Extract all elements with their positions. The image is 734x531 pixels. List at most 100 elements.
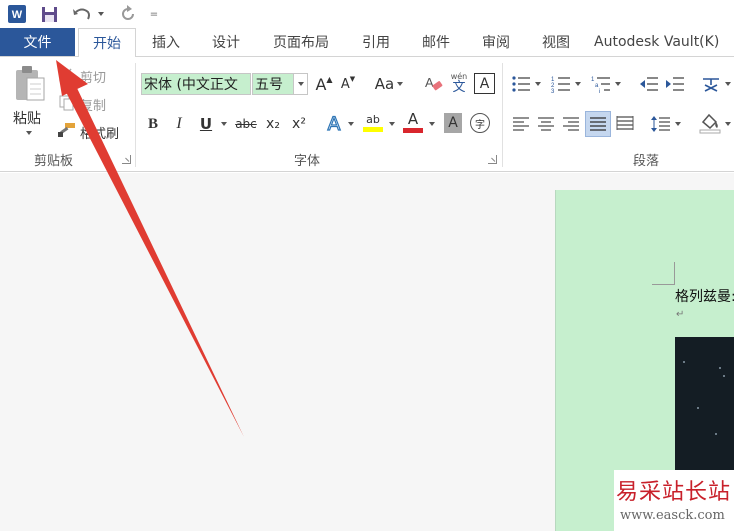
svg-text:W: W [12, 9, 23, 21]
superscript-button[interactable]: x² [288, 113, 310, 135]
strikethrough-button[interactable]: abc [233, 113, 259, 135]
tab-mailings[interactable]: 邮件 [412, 28, 460, 56]
site-watermark: 易采站长站 www.easck.com [614, 470, 734, 531]
shrink-font-glyph: A [340, 76, 350, 92]
grow-font-glyph: A [315, 74, 327, 94]
clear-formatting-icon[interactable]: A [424, 73, 444, 95]
tab-page-layout[interactable]: 页面布局 [264, 28, 338, 56]
svg-text:3: 3 [551, 89, 555, 93]
font-group-label: 字体 [294, 154, 321, 169]
text-effects-icon[interactable]: A [324, 112, 344, 136]
ribbon: 粘贴 剪切 复制 格式刷 剪贴板 宋体 (中文正文 五号 A ▲ A ▼ Aa A … [0, 56, 734, 172]
shrink-font-icon[interactable]: A ▼ [338, 73, 358, 95]
highlight-swatch [363, 126, 383, 132]
align-left-icon[interactable] [510, 113, 532, 135]
save-icon[interactable] [38, 4, 60, 24]
highlight-color-icon[interactable]: ab [362, 109, 384, 135]
crop-mark-vertical [674, 262, 675, 285]
cut-button[interactable]: 剪切 [80, 67, 106, 86]
crop-mark-horizontal [652, 284, 675, 285]
increase-indent-icon[interactable] [664, 73, 686, 95]
underline-dropdown-icon[interactable] [219, 113, 229, 135]
tab-view[interactable]: 视图 [532, 28, 580, 56]
text-effects-glyph: A [327, 112, 341, 135]
multilevel-list-dropdown-icon[interactable] [613, 73, 623, 95]
highlight-glyph: ab [366, 112, 380, 126]
align-center-icon[interactable] [535, 113, 557, 135]
justify-icon[interactable] [585, 111, 611, 137]
line-spacing-dropdown-icon[interactable] [673, 113, 683, 135]
cut-icon[interactable] [58, 67, 76, 85]
phonetic-guide-icon[interactable]: wén 文 [448, 70, 470, 96]
redo-icon[interactable] [118, 4, 138, 24]
subscript-button[interactable]: x₂ [262, 113, 284, 135]
character-shading-icon[interactable]: A [444, 113, 462, 133]
font-launcher-icon[interactable] [488, 155, 497, 164]
change-case-button[interactable]: Aa [372, 73, 406, 95]
customize-qat-icon[interactable]: = [148, 4, 160, 24]
chinese-layout-dropdown-icon[interactable] [723, 73, 733, 95]
format-painter-button[interactable]: 格式刷 [80, 123, 119, 142]
font-name-combo[interactable]: 宋体 (中文正文 [141, 73, 251, 95]
image-speck [723, 375, 725, 377]
enclose-characters-icon[interactable]: 字 [470, 113, 490, 133]
group-separator [135, 63, 136, 167]
tab-file[interactable]: 文件 [0, 28, 75, 56]
distributed-icon[interactable] [614, 113, 636, 135]
group-separator [502, 63, 503, 167]
grow-font-icon[interactable]: A ▲ [314, 73, 334, 95]
underline-button[interactable]: U [196, 113, 216, 135]
character-shading-glyph: A [448, 115, 458, 131]
paste-dropdown-icon[interactable] [24, 129, 34, 137]
highlight-dropdown-icon[interactable] [387, 113, 397, 135]
tab-review[interactable]: 审阅 [472, 28, 520, 56]
numbering-dropdown-icon[interactable] [573, 73, 583, 95]
format-painter-icon[interactable] [58, 121, 76, 139]
font-size-combo[interactable]: 五号 [252, 73, 308, 95]
clipboard-launcher-icon[interactable] [122, 155, 131, 164]
chinese-layout-icon[interactable] [700, 73, 722, 95]
image-speck [697, 407, 699, 409]
bold-button[interactable]: B [144, 113, 162, 135]
watermark-title: 易采站长站 [616, 480, 732, 505]
svg-text:i: i [599, 89, 600, 93]
multilevel-list-icon[interactable]: 1ai [590, 73, 612, 95]
enclose-characters-glyph: 字 [475, 119, 485, 131]
copy-button[interactable]: 复制 [80, 95, 106, 114]
decrease-indent-icon[interactable] [638, 73, 660, 95]
copy-icon[interactable] [58, 94, 76, 112]
tab-design[interactable]: 设计 [202, 28, 250, 56]
font-color-glyph: A [407, 110, 419, 128]
paragraph-shading-dropdown-icon[interactable] [723, 113, 733, 135]
image-speck [683, 361, 685, 363]
document-text[interactable]: 格列兹曼: [675, 286, 734, 306]
tab-autodesk-vault[interactable]: Autodesk Vault(K) [594, 28, 734, 56]
character-border-icon[interactable]: A [474, 73, 495, 94]
document-image[interactable] [675, 337, 734, 471]
tab-insert[interactable]: 插入 [142, 28, 190, 56]
text-effects-dropdown-icon[interactable] [346, 113, 356, 135]
align-right-icon[interactable] [560, 113, 582, 135]
bullets-dropdown-icon[interactable] [533, 73, 543, 95]
word-logo-icon: W [6, 4, 28, 24]
line-spacing-icon[interactable] [650, 113, 672, 135]
character-border-glyph: A [479, 75, 490, 92]
numbering-icon[interactable]: 123 [550, 73, 572, 95]
paste-button[interactable]: 粘贴 [13, 108, 41, 128]
italic-button[interactable]: I [170, 113, 188, 135]
paste-icon[interactable] [10, 63, 50, 107]
font-color-dropdown-icon[interactable] [427, 113, 437, 135]
paragraph-shading-icon[interactable] [698, 111, 722, 135]
paragraph-group-label: 段落 [633, 154, 660, 169]
tab-home[interactable]: 开始 [78, 28, 136, 57]
font-color-icon[interactable]: A [402, 109, 424, 135]
font-size-value: 五号 [255, 77, 283, 93]
font-color-swatch [403, 128, 423, 133]
tab-references[interactable]: 引用 [352, 28, 400, 56]
font-name-value: 宋体 (中文正文 [144, 77, 238, 93]
undo-icon[interactable] [70, 4, 94, 24]
phonetic-bottom: 文 [452, 79, 466, 95]
font-size-dropdown-icon[interactable] [293, 74, 307, 94]
undo-dropdown-icon[interactable] [96, 4, 106, 24]
bullets-icon[interactable] [510, 73, 532, 95]
